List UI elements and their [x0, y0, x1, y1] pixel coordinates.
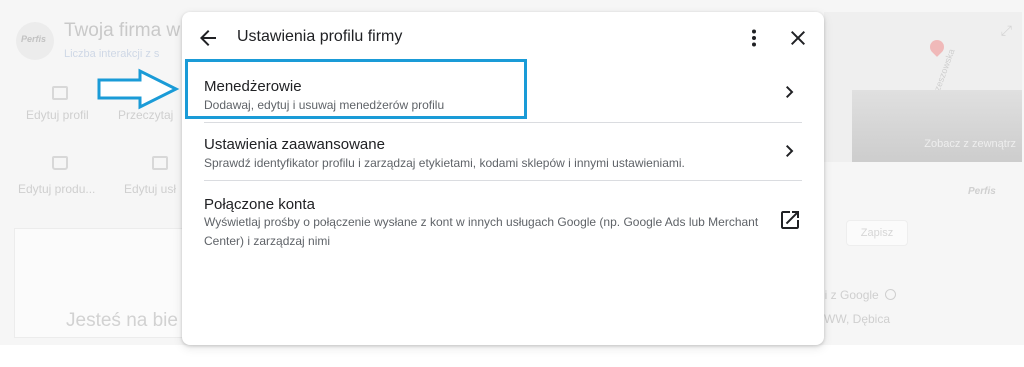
street-photo	[852, 90, 1022, 162]
shopping-bag-icon	[52, 156, 68, 170]
save-button[interactable]: Zapisz	[846, 220, 908, 246]
action-read-reviews[interactable]: Przeczytaj	[118, 108, 173, 122]
action-edit-profile[interactable]: Edytuj profil	[26, 108, 89, 122]
logo-text: Perfis	[21, 34, 47, 44]
action-edit-products[interactable]: Edytuj produ...	[18, 182, 95, 196]
business-title: Twoja firma w	[64, 20, 181, 41]
background-lead-text: Jesteś na bie	[66, 310, 178, 331]
business-subtitle: Liczba interakcji z s	[64, 48, 160, 60]
arrow-right-icon	[97, 68, 180, 110]
menu-item-description: Wyświetlaj prośby o połączenie wysłane z…	[204, 215, 759, 248]
action-edit-services[interactable]: Edytuj usł	[124, 182, 176, 196]
menu-item-advanced-settings[interactable]: Ustawienia zaawansowane Sprawdź identyfi…	[204, 132, 802, 180]
screenshot-stage: Perfis Twoja firma w Liczba interakcji z…	[0, 0, 1024, 367]
open-in-new-icon	[778, 208, 802, 232]
divider	[204, 122, 802, 123]
menu-item-label: Połączone konta	[204, 196, 315, 213]
divider	[204, 180, 802, 181]
google-note-text: ni z Google	[818, 288, 879, 302]
arrow-back-icon	[200, 30, 216, 46]
chevron-right-icon	[778, 139, 802, 163]
back-button[interactable]	[196, 26, 220, 50]
business-logo: Perfis	[16, 22, 54, 60]
dialog-header: Ustawienia profilu firmy	[182, 12, 824, 62]
list-icon	[152, 156, 168, 170]
more-vert-icon	[752, 29, 756, 47]
dialog-title: Ustawienia profilu firmy	[237, 28, 403, 45]
expand-icon[interactable]: ⤢	[1001, 22, 1012, 39]
chevron-right-icon	[778, 80, 802, 104]
more-options-button[interactable]	[742, 26, 766, 50]
menu-item-description: Sprawdź identyfikator profilu i zarządza…	[204, 156, 685, 170]
menu-item-label: Ustawienia zaawansowane	[204, 136, 385, 153]
close-button[interactable]	[786, 26, 810, 50]
storefront-icon	[52, 86, 68, 100]
close-icon	[791, 31, 805, 45]
info-icon[interactable]	[884, 289, 896, 300]
brand-small-logo: Perfis	[968, 186, 996, 197]
menu-item-linked-accounts[interactable]: Połączone konta Wyświetlaj prośby o połą…	[204, 192, 802, 252]
business-address: WW, Dębica	[824, 312, 891, 326]
highlight-box	[185, 59, 527, 119]
google-note: ni z Google	[818, 288, 896, 302]
map-preview[interactable]: ⤢ Rzeszowska Zobacz z zewnątrz	[824, 12, 1022, 162]
street-view-label[interactable]: Zobacz z zewnątrz	[924, 138, 1016, 150]
